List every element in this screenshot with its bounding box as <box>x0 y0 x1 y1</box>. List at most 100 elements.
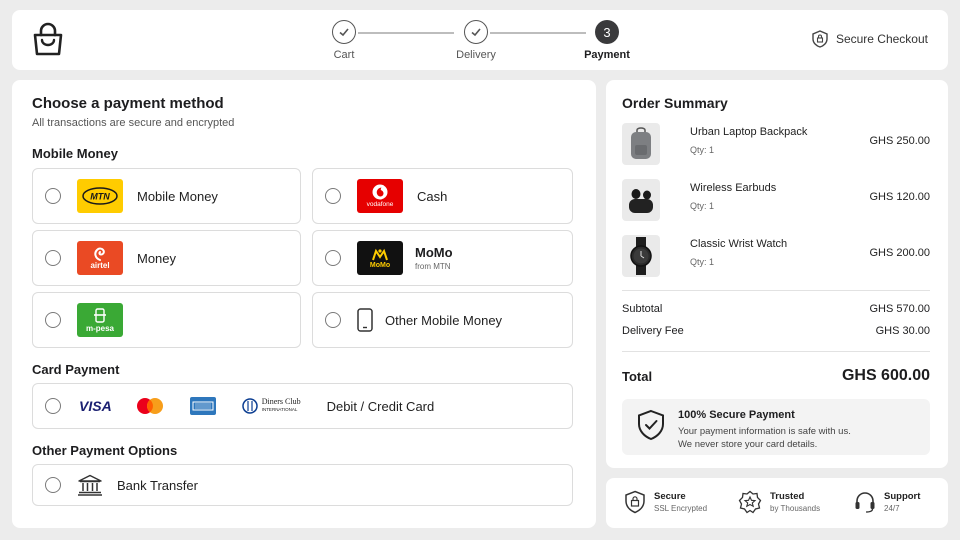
payment-subtitle: All transactions are secure and encrypte… <box>32 117 235 129</box>
step-label: Cart <box>333 49 355 61</box>
check-icon <box>332 20 356 44</box>
payment-title: Choose a payment method <box>32 95 224 112</box>
shield-lock-icon <box>625 490 645 514</box>
earbuds-image <box>622 179 660 221</box>
option-sublabel: from MTN <box>415 262 451 271</box>
trust-title: Secure <box>654 491 686 502</box>
trust-title: Support <box>884 491 921 502</box>
divider <box>622 351 930 352</box>
bank-icon <box>78 474 102 496</box>
option-bank-transfer[interactable]: Bank Transfer <box>32 464 573 506</box>
badge-star-icon <box>738 490 762 514</box>
radio-button[interactable] <box>325 250 341 266</box>
subtotal-value: GHS 570.00 <box>869 303 930 315</box>
shield-check-icon <box>638 409 664 441</box>
subtotal-row: Subtotal GHS 570.00 <box>622 303 930 315</box>
item-name: Classic Wrist Watch <box>690 238 788 250</box>
trust-title: Trusted <box>770 491 805 502</box>
option-debit-credit-card[interactable]: VISA Diners Club INTERNATIONAL Debit / C… <box>32 383 573 429</box>
total-row: Total GHS 600.00 <box>622 367 930 385</box>
step-number: 3 <box>595 20 619 44</box>
trust-badge-support: Support 24/7 <box>854 490 920 514</box>
option-other-mobile-money[interactable]: Other Mobile Money <box>312 292 573 348</box>
option-label: MoMo <box>415 245 453 260</box>
trust-sub: by Thousands <box>770 504 821 513</box>
mobile-money-heading: Mobile Money <box>32 146 118 161</box>
check-icon <box>464 20 488 44</box>
step-delivery[interactable]: Delivery <box>436 20 516 61</box>
option-mpesa[interactable]: m-pesa <box>32 292 301 348</box>
delivery-fee-label: Delivery Fee <box>622 325 684 337</box>
total-value: GHS 600.00 <box>841 367 930 384</box>
mtn-logo: MTN <box>77 179 123 213</box>
order-summary-panel: Order Summary Urban Laptop Backpack Qty:… <box>606 80 948 468</box>
step-payment[interactable]: 3 Payment <box>567 20 647 61</box>
mpesa-logo: m-pesa <box>77 303 123 337</box>
item-name: Urban Laptop Backpack <box>690 126 808 138</box>
step-label: Delivery <box>456 49 496 61</box>
option-label: Bank Transfer <box>117 477 198 493</box>
option-label: Cash <box>417 188 448 204</box>
order-item: Classic Wrist Watch Qty: 1 GHS 200.00 <box>622 235 930 279</box>
order-item: Urban Laptop Backpack Qty: 1 GHS 250.00 <box>622 123 930 167</box>
radio-button[interactable] <box>45 188 61 204</box>
visa-logo: VISA <box>79 398 112 414</box>
item-qty: Qty: 1 <box>690 257 715 267</box>
card-payment-heading: Card Payment <box>32 362 120 377</box>
checkout-stepper: Cart Delivery 3 Payment <box>308 20 638 64</box>
radio-button[interactable] <box>325 188 341 204</box>
item-price: GHS 200.00 <box>869 247 930 259</box>
total-label: Total <box>622 368 653 384</box>
vodafone-logo: vodafone <box>357 179 403 213</box>
mobile-phone-icon <box>357 308 373 332</box>
secure-checkout-text: Secure Checkout <box>835 32 928 46</box>
radio-button[interactable] <box>45 477 61 493</box>
wrist-watch-image <box>622 235 660 277</box>
shopping-bag-logo-icon[interactable] <box>30 22 66 58</box>
secure-payment-title: 100% Secure Payment <box>678 409 795 421</box>
order-summary-title: Order Summary <box>622 95 728 111</box>
subtotal-label: Subtotal <box>622 303 663 315</box>
option-label: Other Mobile Money <box>385 312 503 328</box>
radio-button[interactable] <box>45 312 61 328</box>
item-qty: Qty: 1 <box>690 201 715 211</box>
order-item: Wireless Earbuds Qty: 1 GHS 120.00 <box>622 179 930 223</box>
trust-badges-bar: Secure SSL Encrypted Trusted by Thousand… <box>606 478 948 528</box>
delivery-fee-value: GHS 30.00 <box>875 325 930 337</box>
option-vodafone-cash[interactable]: vodafone Cash <box>312 168 573 224</box>
divider <box>622 290 930 291</box>
payment-method-panel: Choose a payment method All transactions… <box>12 80 596 528</box>
item-price: GHS 120.00 <box>869 191 930 203</box>
trust-sub: 24/7 <box>884 504 900 513</box>
item-name: Wireless Earbuds <box>690 182 777 194</box>
amex-logo <box>189 397 216 415</box>
step-cart[interactable]: Cart <box>304 20 384 61</box>
step-label: Payment <box>584 49 630 61</box>
option-label: Mobile Money <box>137 188 218 204</box>
option-label: Money <box>137 250 177 266</box>
trust-badge-secure: Secure SSL Encrypted <box>624 490 707 514</box>
other-payment-heading: Other Payment Options <box>32 443 178 458</box>
secure-payment-line: Your payment information is safe with us… <box>678 426 851 437</box>
headset-icon <box>855 492 875 513</box>
radio-button[interactable] <box>325 312 341 328</box>
option-airtel-money[interactable]: airtel Money <box>32 230 301 286</box>
item-price: GHS 250.00 <box>869 135 930 147</box>
airtel-logo: airtel <box>77 241 123 275</box>
option-momo-mtn[interactable]: MoMo MoMo from MTN <box>312 230 573 286</box>
shield-icon <box>812 30 828 48</box>
secure-payment-notice: 100% Secure Payment Your payment informa… <box>622 399 930 455</box>
delivery-fee-row: Delivery Fee GHS 30.00 <box>622 325 930 337</box>
secure-payment-line: We never store your card details. <box>678 439 818 450</box>
option-label: Debit / Credit Card <box>326 398 435 414</box>
diners-club-logo: Diners Club INTERNATIONAL <box>240 398 301 414</box>
svg-text:MTN: MTN <box>90 192 110 202</box>
trust-badge-trusted: Trusted by Thousands <box>738 490 820 514</box>
option-mtn-mobile-money[interactable]: MTN Mobile Money <box>32 168 301 224</box>
checkout-header: Cart Delivery 3 Payment Secure Checkout <box>12 10 948 70</box>
secure-checkout-badge: Secure Checkout <box>812 30 928 48</box>
mastercard-logo <box>136 398 163 414</box>
radio-button[interactable] <box>45 250 61 266</box>
radio-button[interactable] <box>45 398 61 414</box>
item-qty: Qty: 1 <box>690 145 715 155</box>
